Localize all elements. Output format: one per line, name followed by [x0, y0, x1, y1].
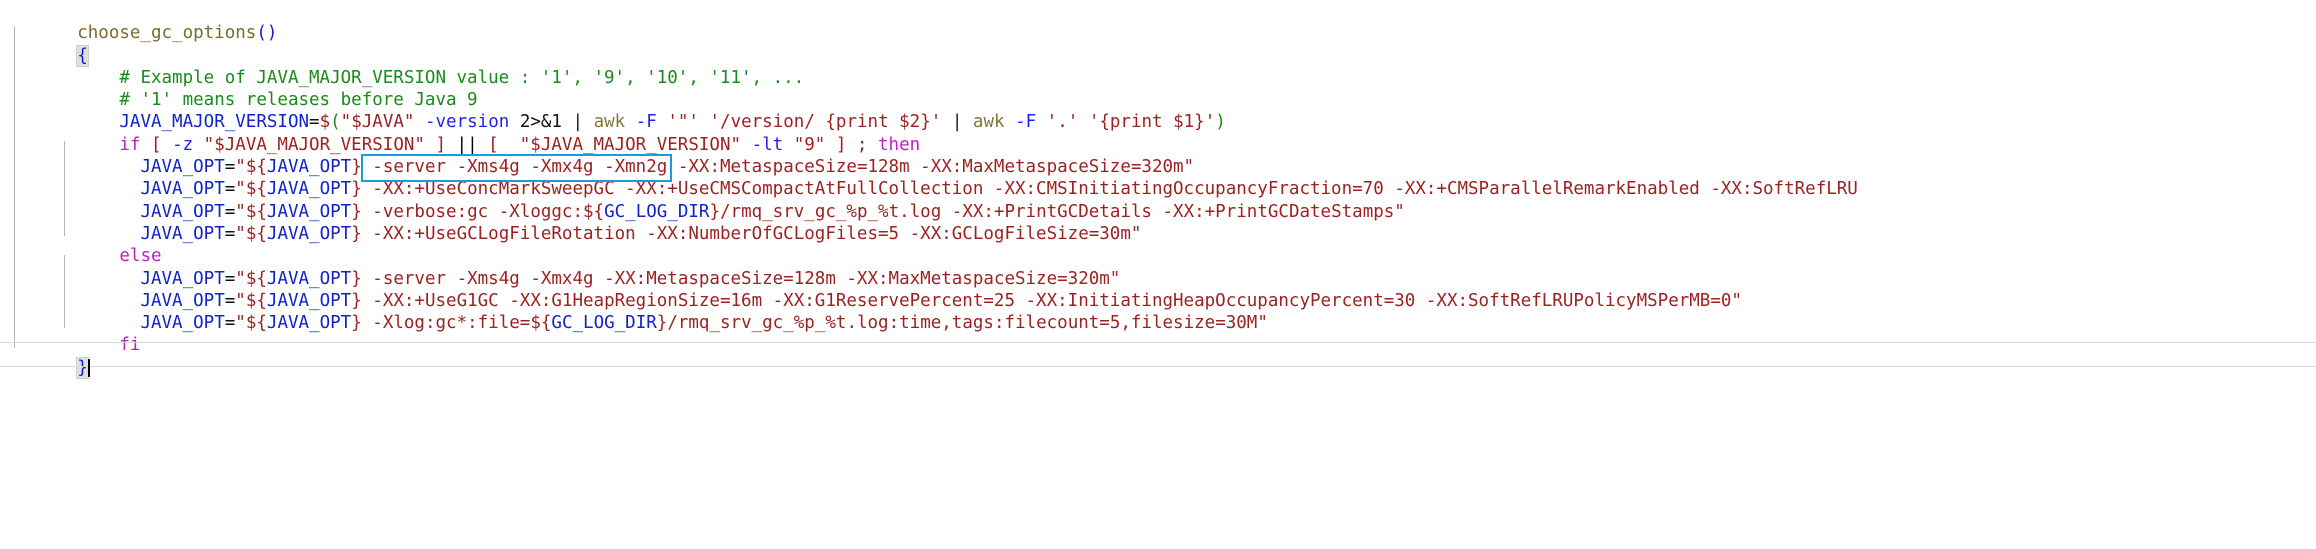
separator-above-last-line — [0, 342, 2316, 343]
code-line-16[interactable]: } — [0, 334, 2316, 379]
code-lines[interactable]: choose_gc_options() { # Example of JAVA_… — [0, 0, 2316, 379]
code-line-1[interactable]: choose_gc_options() — [0, 0, 2316, 43]
code-line-12[interactable]: JAVA_OPT="${JAVA_OPT} -server -Xms4g -Xm… — [0, 245, 2316, 289]
code-line-14[interactable]: JAVA_OPT="${JAVA_OPT} -Xlog:gc*:file=${G… — [0, 290, 2316, 333]
code-line-5[interactable]: JAVA_MAJOR_VERSION=$("$JAVA" -version 2>… — [0, 89, 2316, 132]
close-brace[interactable]: } — [76, 356, 89, 379]
code-line-9[interactable]: JAVA_OPT="${JAVA_OPT} -verbose:gc -Xlogg… — [0, 178, 2316, 222]
code-editor[interactable]: choose_gc_options() { # Example of JAVA_… — [0, 0, 2316, 549]
code-line-13[interactable]: JAVA_OPT="${JAVA_OPT} -XX:+UseG1GC -XX:G… — [0, 268, 2316, 311]
text-caret — [87, 358, 90, 377]
code-line-4[interactable]: # '1' means releases before Java 9 — [0, 67, 2316, 110]
code-line-6[interactable]: if [ -z "$JAVA_MAJOR_VERSION" ] || [ "$J… — [0, 111, 2316, 155]
code-line-8[interactable]: JAVA_OPT="${JAVA_OPT} -XX:+UseConcMarkSw… — [0, 156, 2316, 199]
code-line-15[interactable]: fi — [0, 312, 2316, 355]
separator-below-last-line — [0, 366, 2316, 367]
code-line-2[interactable]: { — [0, 22, 2316, 67]
code-line-7[interactable]: JAVA_OPT="${JAVA_OPT} -server -Xms4g -Xm… — [0, 134, 2316, 177]
code-line-3[interactable]: # Example of JAVA_MAJOR_VERSION value : … — [0, 45, 2316, 88]
code-line-11[interactable]: else — [0, 223, 2316, 266]
code-line-10[interactable]: JAVA_OPT="${JAVA_OPT} -XX:+UseGCLogFileR… — [0, 201, 2316, 244]
